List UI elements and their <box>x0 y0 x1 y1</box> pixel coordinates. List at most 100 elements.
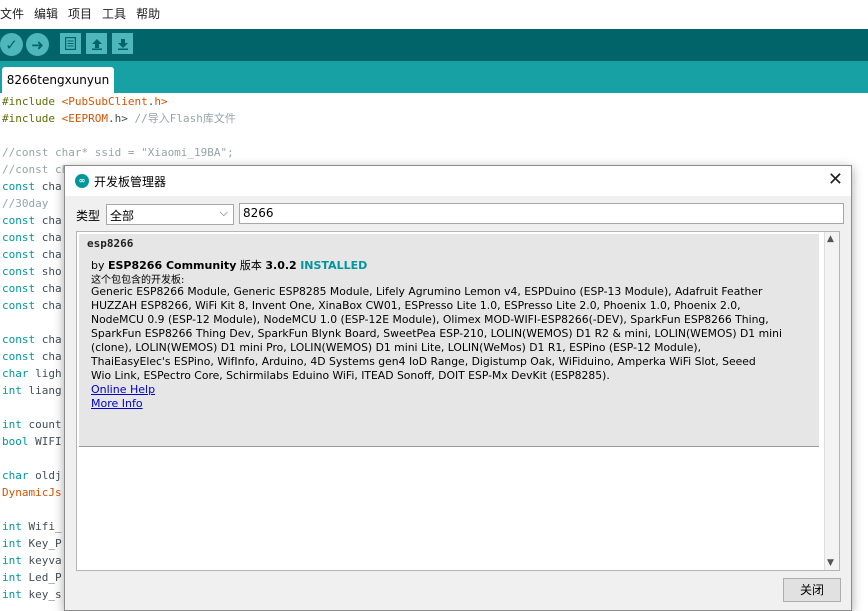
online-help-link[interactable]: Online Help <box>91 383 155 396</box>
code-token: DynamicJs <box>2 486 62 499</box>
code-token: sho <box>35 265 62 278</box>
code-token: Led_P <box>21 571 62 584</box>
code-token: int <box>2 520 22 533</box>
boards-line: (clone), LOLIN(WEMOS) D1 mini Pro, LOLIN… <box>91 341 702 354</box>
list-item[interactable]: esp8266 by ESP8266 Community 版本 3.0.2 IN… <box>79 234 819 447</box>
code-line: int keyva <box>2 552 62 569</box>
code-line: const cha <box>2 331 62 348</box>
filter-input[interactable]: 8266 <box>239 203 844 224</box>
tab-bar: 8266tengxunyun <box>0 61 868 93</box>
close-icon[interactable]: ✕ <box>828 170 843 190</box>
close-button[interactable]: 关闭 <box>783 578 841 602</box>
code-token: oldj <box>28 469 62 482</box>
code-token: char <box>2 367 29 380</box>
menu-bar: 文件 编辑 项目 工具 帮助 <box>0 0 868 30</box>
save-icon[interactable] <box>112 33 133 54</box>
code-token: const <box>2 231 36 244</box>
status-badge: INSTALLED <box>300 259 368 272</box>
scroll-up-icon[interactable]: ▲ <box>827 234 834 244</box>
code-line: int liang <box>2 382 62 399</box>
boards-line: NodeMCU 0.9 (ESP-12 Module), NodeMCU 1.0… <box>91 313 769 326</box>
code-token: int <box>2 571 22 584</box>
code-line: int key_s <box>2 586 62 603</box>
code-token: int <box>2 384 22 397</box>
menu-sketch[interactable]: 项目 <box>68 0 96 29</box>
type-select[interactable]: 全部 ⌵ <box>106 204 234 225</box>
boards-line: Wio Link, ESPectro Core, Schirmilabs Edu… <box>91 369 610 382</box>
code-token: cha <box>35 350 62 363</box>
code-token: h> <box>154 95 168 108</box>
code-line: //30day <box>2 195 48 212</box>
upload-icon[interactable]: ➜ <box>26 33 49 56</box>
code-token: const <box>2 299 36 312</box>
code-token: ligh <box>28 367 62 380</box>
code-line: //const char* ssid = "Xiaomi_19BA"; <box>2 144 234 161</box>
more-info-link[interactable]: More Info <box>91 397 143 410</box>
open-icon[interactable] <box>86 33 107 54</box>
code-token: Key_P <box>21 537 62 550</box>
code-line: #include <PubSubClient.h> <box>2 93 168 110</box>
package-version: 3.0.2 <box>265 259 297 272</box>
menu-tools[interactable]: 工具 <box>102 0 130 29</box>
code-token: #include <box>2 95 62 108</box>
dialog-title-bar: ∞ 开发板管理器 ✕ <box>65 166 851 196</box>
menu-edit[interactable]: 编辑 <box>34 0 62 29</box>
scroll-down-icon[interactable]: ▼ <box>827 558 834 568</box>
package-list: esp8266 by ESP8266 Community 版本 3.0.2 IN… <box>76 231 840 571</box>
code-token: #include <box>2 112 62 125</box>
code-line: char ligh <box>2 365 62 382</box>
code-token: const <box>2 350 36 363</box>
code-token: int <box>2 537 22 550</box>
code-line: const cha <box>2 229 62 246</box>
code-token: bool <box>2 435 29 448</box>
code-line: int count <box>2 416 62 433</box>
code-line: const cha <box>2 178 62 195</box>
code-line: int Wifi_ <box>2 518 62 535</box>
code-line: char oldj <box>2 467 62 484</box>
code-token: //30day <box>2 197 49 210</box>
code-line: int Key_P <box>2 535 62 552</box>
toolbar: ✓ ➜ <box>0 29 868 61</box>
code-token: //const char* ssid = "Xiaomi_19BA"; <box>2 146 234 159</box>
code-token: cha <box>35 333 62 346</box>
code-token: const <box>2 248 36 261</box>
package-boards: Generic ESP8266 Module, Generic ESP8285 … <box>91 285 791 383</box>
boards-line: ThaiEasyElec's ESPino, WifInfo, Arduino,… <box>91 355 756 368</box>
code-token: int <box>2 418 22 431</box>
code-token: cha <box>35 231 62 244</box>
code-line: int Led_P <box>2 569 62 586</box>
code-line: const cha <box>2 348 62 365</box>
code-line: #include <EEPROM.h> //导入Flash库文件 <box>2 110 236 127</box>
code-line: const cha <box>2 212 62 229</box>
code-token: Wifi_ <box>21 520 62 533</box>
code-token: const <box>2 282 36 295</box>
code-token: cha <box>35 299 62 312</box>
code-line: DynamicJs <box>2 484 62 501</box>
code-token: char <box>2 469 29 482</box>
boards-manager-dialog: ∞ 开发板管理器 ✕ 类型 全部 ⌵ 8266 esp8266 by ESP82… <box>64 165 852 611</box>
boards-line: HUZZAH ESP8266, WiFi Kit 8, Invent One, … <box>91 299 741 312</box>
code-token: cha <box>35 180 62 193</box>
code-token: count <box>21 418 62 431</box>
code-token: keyva <box>21 554 62 567</box>
code-token: <EEPROM <box>61 112 108 125</box>
code-token: liang <box>21 384 62 397</box>
code-token: WIFI <box>28 435 62 448</box>
verify-icon[interactable]: ✓ <box>0 33 23 56</box>
tab-sketch[interactable]: 8266tengxunyun <box>2 67 114 93</box>
code-line: const sho <box>2 263 62 280</box>
code-token: <PubSubClient <box>61 95 148 108</box>
scrollbar[interactable]: ▲ ▼ <box>824 232 839 570</box>
code-token: .h> <box>107 112 135 125</box>
code-token: const <box>2 180 36 193</box>
code-line: const cha <box>2 297 62 314</box>
code-token: key_s <box>21 588 62 601</box>
type-label: 类型 <box>76 209 101 223</box>
new-icon[interactable] <box>60 33 81 54</box>
chevron-down-icon: ⌵ <box>219 206 228 219</box>
menu-file[interactable]: 文件 <box>0 0 28 29</box>
menu-help[interactable]: 帮助 <box>136 0 164 29</box>
boards-line: Generic ESP8266 Module, Generic ESP8285 … <box>91 285 763 298</box>
code-token: const <box>2 265 36 278</box>
type-select-value: 全部 <box>110 209 135 223</box>
